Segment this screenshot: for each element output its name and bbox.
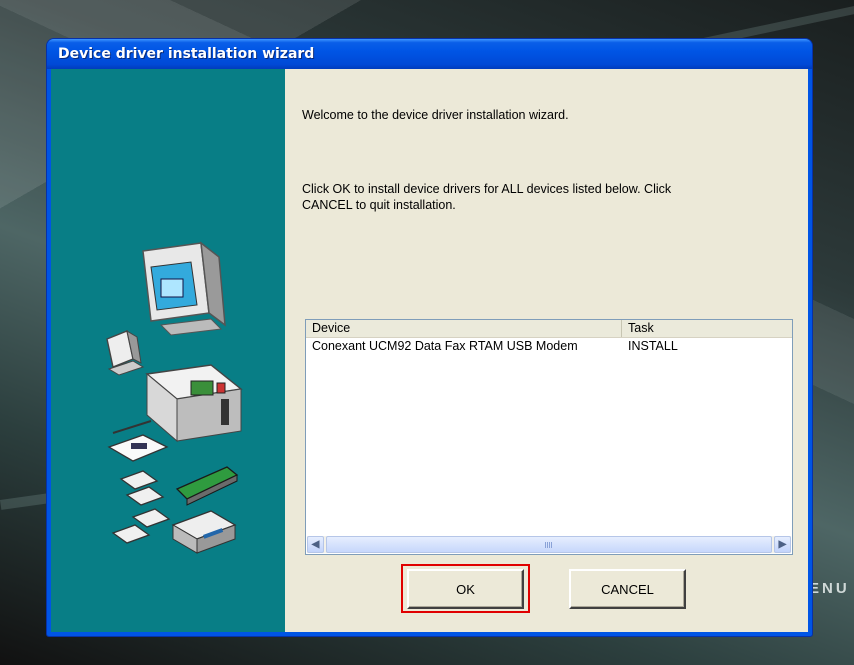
- scrollbar-thumb[interactable]: [326, 536, 772, 553]
- expansion-card-icon: [175, 466, 239, 506]
- instruction-line-1: Click OK to install device drivers for A…: [302, 182, 672, 196]
- title-bar[interactable]: Device driver installation wizard: [47, 39, 812, 69]
- scroll-left-button[interactable]: ◀: [307, 536, 324, 553]
- computer-case-icon: [145, 364, 243, 443]
- column-header-device[interactable]: Device: [306, 320, 622, 337]
- window-title: Device driver installation wizard: [58, 46, 315, 62]
- computer-hardware-illustration: [106, 241, 243, 554]
- device-list[interactable]: Device Task Conexant UCM92 Data Fax RTAM…: [305, 319, 793, 555]
- monitor-icon: [142, 241, 226, 336]
- list-item[interactable]: Conexant UCM92 Data Fax RTAM USB Modem I…: [306, 338, 792, 354]
- instruction-line-2: CANCEL to quit installation.: [302, 198, 456, 212]
- window-bottom-border: [51, 632, 808, 636]
- scroll-right-button[interactable]: ▶: [774, 536, 791, 553]
- device-list-header: Device Task: [306, 320, 792, 338]
- desktop-menu-text: ENU: [809, 580, 850, 597]
- floppy-disk-icon: [111, 470, 171, 544]
- instruction-text: Click OK to install device drivers for A…: [302, 181, 732, 213]
- column-header-task[interactable]: Task: [622, 320, 792, 337]
- wizard-content-panel: Welcome to the device driver installatio…: [285, 69, 808, 632]
- modem-icon: [106, 329, 145, 376]
- wizard-side-panel: [51, 69, 285, 632]
- horizontal-scrollbar[interactable]: ◀ ▶: [307, 536, 791, 553]
- device-name-cell: Conexant UCM92 Data Fax RTAM USB Modem: [312, 339, 578, 353]
- grip-icon: [545, 542, 553, 548]
- installer-window: Device driver installation wizard Welcom…: [47, 39, 812, 636]
- network-device-icon: [171, 510, 237, 554]
- window-client-area: Welcome to the device driver installatio…: [51, 69, 808, 632]
- welcome-text: Welcome to the device driver installatio…: [302, 108, 569, 122]
- task-cell: INSTALL: [628, 339, 678, 353]
- ok-button[interactable]: OK: [407, 569, 524, 609]
- keyboard-icon: [107, 420, 169, 462]
- cancel-button[interactable]: CANCEL: [569, 569, 686, 609]
